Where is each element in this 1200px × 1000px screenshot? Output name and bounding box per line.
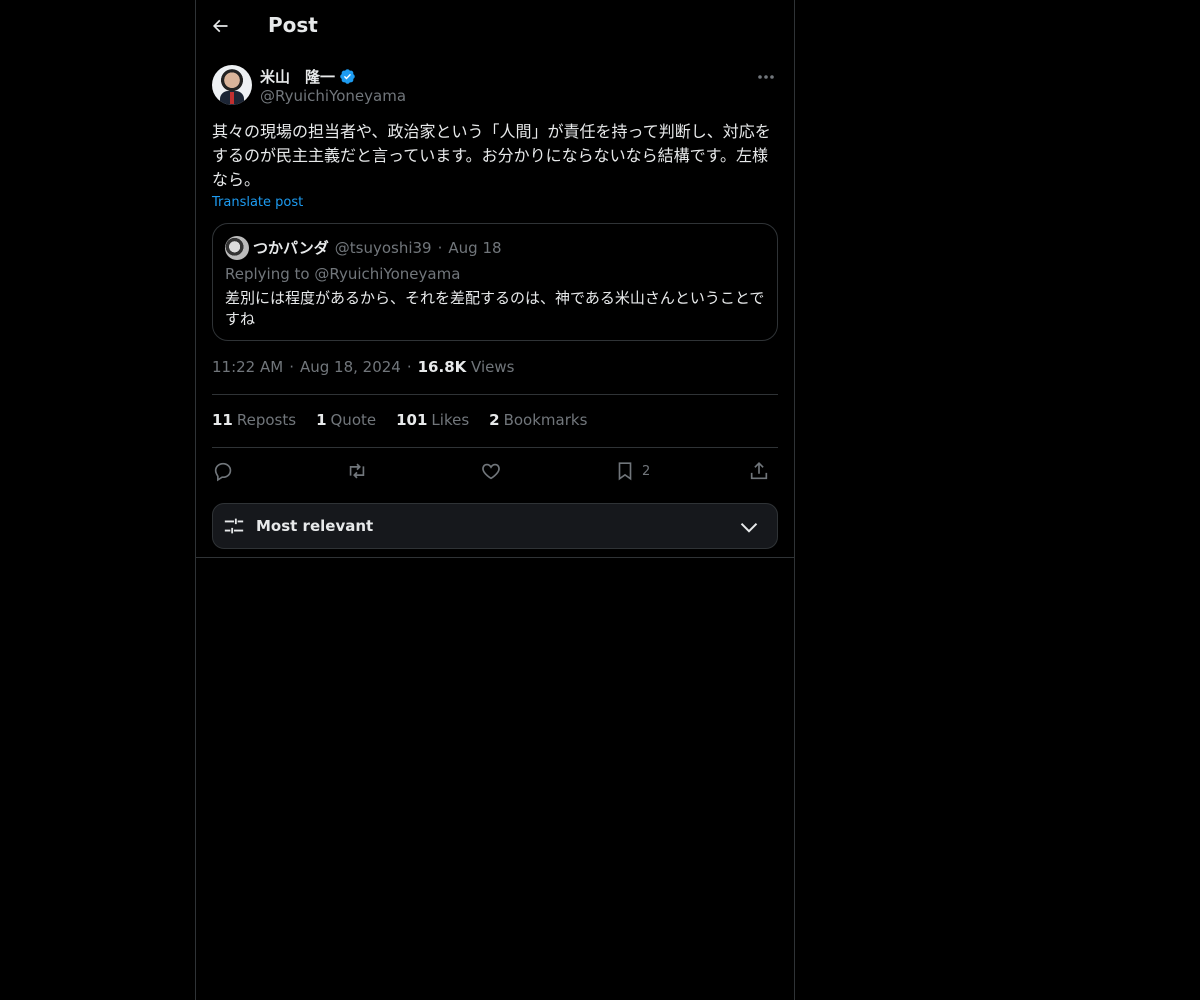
- chevron-down-icon: [740, 522, 758, 533]
- quoted-date: Aug 18: [448, 239, 502, 257]
- quotes-stat[interactable]: 1 Quote: [316, 411, 376, 429]
- divider: [212, 394, 778, 395]
- bookmark-count: 2: [642, 463, 651, 479]
- timestamp-separator: ·: [406, 358, 412, 376]
- quote-label: Quote: [330, 411, 377, 429]
- quoted-header: つかパンダ @tsuyoshi39 · Aug 18: [253, 237, 502, 258]
- author-name-row: 米山 隆一: [260, 66, 356, 87]
- replying-prefix: Replying to: [225, 265, 310, 283]
- quoted-replying-to: Replying to @RyuichiYoneyama: [225, 265, 460, 283]
- post-date[interactable]: Aug 18, 2024: [300, 358, 401, 376]
- timestamp-separator: ·: [289, 358, 294, 376]
- likes-count: 101: [396, 411, 428, 429]
- repost-icon: [349, 463, 365, 479]
- quoted-author-name: つかパンダ: [253, 239, 329, 257]
- verified-badge-icon: [340, 69, 355, 84]
- like-button[interactable]: [480, 458, 502, 484]
- back-button[interactable]: [210, 12, 236, 40]
- share-button[interactable]: [748, 458, 770, 484]
- main-column: Post 米山 隆一 @RyuichiYoneyama 其々の現場の担当者や、政…: [195, 0, 795, 1000]
- reply-button[interactable]: [212, 458, 234, 484]
- views-label: Views: [471, 358, 515, 376]
- share-icon: [750, 462, 768, 480]
- bookmark-button[interactable]: 2: [614, 458, 650, 484]
- reply-icon: [214, 462, 232, 482]
- more-options-button[interactable]: [754, 67, 778, 87]
- more-dots-icon: [758, 75, 774, 79]
- page-header: Post: [196, 0, 794, 53]
- post-time[interactable]: 11:22 AM: [212, 358, 283, 376]
- page-title: Post: [268, 13, 318, 37]
- reposts-label: Reposts: [236, 411, 297, 429]
- engagement-stats: 11 Reposts 1 Quote 101 Likes 2 Bookmarks: [212, 411, 587, 429]
- views-stat[interactable]: 16.8K Views: [418, 358, 515, 376]
- replying-handle[interactable]: @RyuichiYoneyama: [314, 265, 460, 283]
- divider: [212, 447, 778, 448]
- arrow-left-icon: [212, 19, 228, 33]
- post-text: 其々の現場の担当者や、政治家という「人間」が責任を持って判断し、対応をするのが民…: [212, 122, 771, 189]
- reposts-stat[interactable]: 11 Reposts: [212, 411, 296, 429]
- sliders-icon: [224, 518, 244, 534]
- action-bar: 2: [212, 458, 778, 484]
- quoted-post[interactable]: つかパンダ @tsuyoshi39 · Aug 18 Replying to @…: [212, 223, 778, 341]
- bookmarks-count: 2: [489, 411, 500, 429]
- translate-post-link[interactable]: Translate post: [212, 195, 303, 210]
- post-author: 米山 隆一 @RyuichiYoneyama: [212, 65, 778, 109]
- reply-sort-dropdown[interactable]: Most relevant: [212, 503, 778, 549]
- heart-icon: [482, 463, 500, 480]
- avatar[interactable]: [212, 65, 252, 105]
- post-timestamp: 11:22 AM · Aug 18, 2024 · 16.8K Views: [212, 358, 514, 376]
- likes-label: Likes: [431, 411, 470, 429]
- bookmark-icon: [618, 462, 632, 481]
- bookmarks-label: Bookmarks: [503, 411, 588, 429]
- author-handle[interactable]: @RyuichiYoneyama: [260, 87, 406, 105]
- sort-label: Most relevant: [256, 517, 374, 535]
- reposts-count: 11: [212, 411, 233, 429]
- repost-button[interactable]: [346, 458, 368, 484]
- likes-stat[interactable]: 101 Likes: [396, 411, 469, 429]
- author-name[interactable]: 米山 隆一: [260, 66, 335, 87]
- quoted-text: 差別には程度があるから、それを差配するのは、神である米山さんということですね: [225, 289, 765, 328]
- quoted-separator: ·: [437, 239, 443, 257]
- bookmarks-stat[interactable]: 2 Bookmarks: [489, 411, 587, 429]
- divider: [196, 557, 794, 558]
- quoted-avatar[interactable]: [225, 236, 249, 260]
- quote-count: 1: [316, 411, 327, 429]
- views-count: 16.8K: [417, 358, 467, 376]
- quoted-author-handle: @tsuyoshi39: [334, 239, 432, 257]
